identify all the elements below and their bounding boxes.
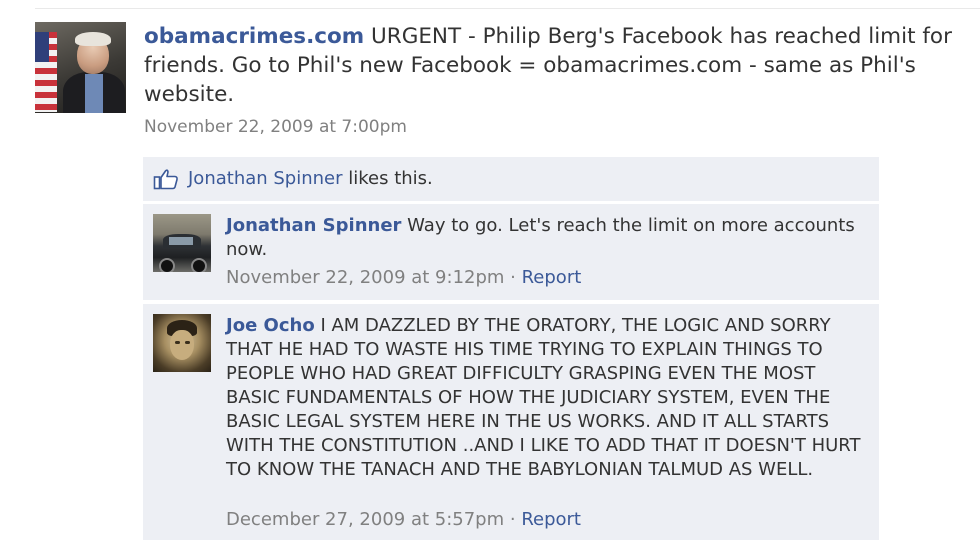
- post-author-link[interactable]: obamacrimes.com: [144, 24, 364, 49]
- post-timestamp[interactable]: November 22, 2009 at 7:00pm: [144, 117, 407, 137]
- likes-bar: Jonathan Spinner likes this.: [143, 157, 879, 201]
- likes-text: Jonathan Spinner likes this.: [188, 168, 433, 189]
- likes-suffix: likes this.: [342, 168, 433, 189]
- comment-timestamp[interactable]: December 27, 2009 at 5:57pm: [226, 509, 504, 530]
- thumbs-up-icon[interactable]: [153, 168, 179, 190]
- comment-body: I AM DAZZLED BY THE ORATORY, THE LOGIC A…: [226, 315, 861, 480]
- meta-separator: ·: [504, 509, 522, 530]
- liker-link[interactable]: Jonathan Spinner: [188, 168, 343, 189]
- comment-text: Joe Ocho I AM DAZZLED BY THE ORATORY, TH…: [226, 314, 866, 482]
- comment: Jonathan Spinner Way to go. Let's reach …: [143, 204, 879, 300]
- comment-author-link[interactable]: Joe Ocho: [226, 315, 315, 336]
- post-avatar[interactable]: [35, 22, 126, 113]
- meta-separator: ·: [504, 267, 522, 288]
- comment-meta: November 22, 2009 at 9:12pm · Report: [226, 267, 581, 288]
- flag-graphic: [35, 32, 57, 112]
- report-link[interactable]: Report: [521, 509, 581, 530]
- comment: Joe Ocho I AM DAZZLED BY THE ORATORY, TH…: [143, 304, 879, 540]
- comment-avatar[interactable]: [153, 314, 211, 372]
- comment-text: Jonathan Spinner Way to go. Let's reach …: [226, 214, 866, 262]
- comment-meta: December 27, 2009 at 5:57pm · Report: [226, 509, 581, 530]
- post-message: obamacrimes.com URGENT - Philip Berg's F…: [144, 22, 964, 109]
- report-link[interactable]: Report: [522, 267, 582, 288]
- comment-timestamp[interactable]: November 22, 2009 at 9:12pm: [226, 267, 504, 288]
- comment-avatar[interactable]: [153, 214, 211, 272]
- top-divider: [35, 8, 980, 9]
- comment-author-link[interactable]: Jonathan Spinner: [226, 215, 401, 236]
